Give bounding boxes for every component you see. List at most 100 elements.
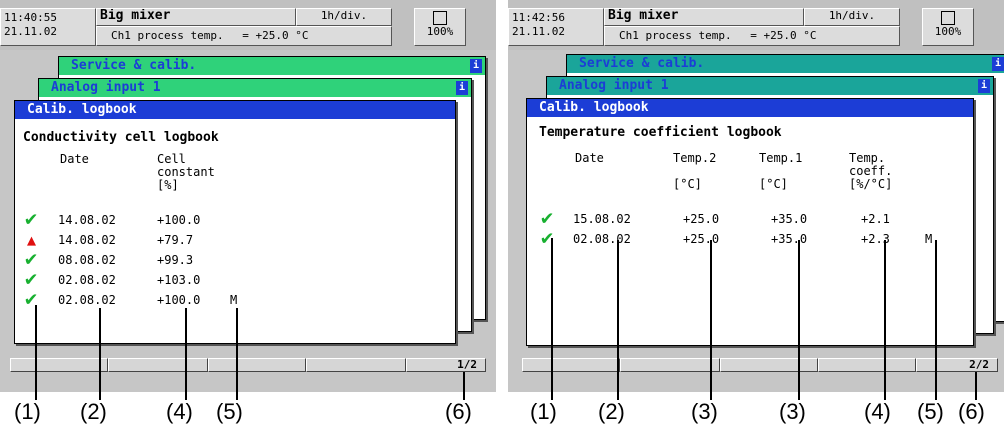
channel-label: Ch1 process temp. xyxy=(111,29,224,42)
row-date: 02.08.02 xyxy=(58,273,116,287)
callout-label: (1) xyxy=(14,399,41,424)
date-text: 21.11.02 xyxy=(512,25,565,38)
row-value: +100.0 xyxy=(157,293,201,307)
callout-line xyxy=(935,240,937,400)
channel-display: Ch1 process temp. = +25.0 °C xyxy=(96,26,392,46)
clock-display: 11:40:55 21.11.02 xyxy=(0,8,96,46)
column-header-date: Date xyxy=(60,152,89,166)
info-icon: i xyxy=(456,81,468,95)
row-date: 08.08.02 xyxy=(58,253,116,267)
softkey-4[interactable] xyxy=(818,358,916,372)
instrument-name: Big mixer xyxy=(96,8,296,26)
callout-label: (3) xyxy=(779,399,806,424)
status-header: 11:40:55 21.11.02 Big mixer 1h/div. Ch1 … xyxy=(0,0,496,50)
info-icon: i xyxy=(470,59,482,73)
column-header-temp-coeff: Temp. coeff. [%/°C] xyxy=(849,151,893,191)
column-header-cell-constant: Cell constant [%] xyxy=(157,152,215,192)
checkmark-icon: ✔ xyxy=(25,246,38,270)
callout-label: (1) xyxy=(530,399,557,424)
memory-icon xyxy=(433,11,447,25)
device-screen-2: 11:42:56 21.11.02 Big mixer 1h/div. Ch1 … xyxy=(508,0,1004,392)
callout-label: (5) xyxy=(917,399,944,424)
row-temp1: +35.0 xyxy=(771,212,808,226)
column-header-temp2: Temp.2 [°C] xyxy=(673,151,717,191)
checkmark-icon: ✔ xyxy=(541,205,554,229)
row-temp2: +25.0 xyxy=(683,232,720,246)
time-text: 11:42:56 xyxy=(512,11,565,24)
checkmark-icon: ✔ xyxy=(25,206,38,230)
callout-line xyxy=(617,240,619,400)
logbook-title: Temperature coefficient logbook xyxy=(539,125,782,140)
callout-line xyxy=(35,305,37,400)
window-title: Calib. logbook xyxy=(527,99,973,117)
callout-label: (4) xyxy=(166,399,193,424)
callout-line xyxy=(99,308,101,400)
device-screen-1: 11:40:55 21.11.02 Big mixer 1h/div. Ch1 … xyxy=(0,0,496,392)
callout-line xyxy=(463,372,465,400)
callout-line xyxy=(798,240,800,400)
page-indicator[interactable]: 2/2 xyxy=(916,358,998,372)
column-header-date: Date xyxy=(575,151,604,165)
clock-display: 11:42:56 21.11.02 xyxy=(508,8,604,46)
date-text: 21.11.02 xyxy=(4,25,57,38)
callout-label: (6) xyxy=(445,399,472,424)
calib-logbook-window[interactable]: Calib. logbook Temperature coefficient l… xyxy=(526,98,974,346)
timebase-display: 1h/div. xyxy=(804,8,900,26)
logbook-title: Conductivity cell logbook xyxy=(23,130,219,145)
row-value: +79.7 xyxy=(157,233,194,247)
row-temp1: +35.0 xyxy=(771,232,808,246)
callout-label: (2) xyxy=(598,399,625,424)
instrument-name: Big mixer xyxy=(604,8,804,26)
row-date: 14.08.02 xyxy=(58,233,116,247)
row-temp2: +25.0 xyxy=(683,212,720,226)
row-date: 02.08.02 xyxy=(58,293,116,307)
checkmark-icon: ✔ xyxy=(25,266,38,290)
channel-display: Ch1 process temp. = +25.0 °C xyxy=(604,26,900,46)
status-header: 11:42:56 21.11.02 Big mixer 1h/div. Ch1 … xyxy=(508,0,1004,50)
window-title: Analog input 1 xyxy=(559,78,669,93)
softkey-2[interactable] xyxy=(108,358,208,372)
timebase-display: 1h/div. xyxy=(296,8,392,26)
window-title: Service & calib. xyxy=(579,56,705,71)
column-header-temp1: Temp.1 [°C] xyxy=(759,151,803,191)
memory-indicator: 100% xyxy=(922,8,974,46)
page-indicator[interactable]: 1/2 xyxy=(406,358,486,372)
callout-line xyxy=(551,238,553,400)
row-date: 02.08.02 xyxy=(573,232,631,246)
callout-line xyxy=(185,308,187,400)
softkey-bar: 1/2 xyxy=(0,356,496,372)
memory-value: 100% xyxy=(426,25,454,38)
window-title: Service & calib. xyxy=(71,58,197,73)
callout-line xyxy=(710,240,712,400)
row-date: 15.08.02 xyxy=(573,212,631,226)
row-coeff: +2.1 xyxy=(861,212,890,226)
memory-indicator: 100% xyxy=(414,8,466,46)
softkey-3[interactable] xyxy=(720,358,818,372)
callout-label: (5) xyxy=(216,399,243,424)
softkey-1[interactable] xyxy=(522,358,620,372)
info-icon: i xyxy=(992,57,1004,71)
row-date: 14.08.02 xyxy=(58,213,116,227)
callout-label: (3) xyxy=(691,399,718,424)
softkey-4[interactable] xyxy=(306,358,406,372)
callout-label: (6) xyxy=(958,399,985,424)
row-flag: M xyxy=(925,232,933,246)
callout-label: (2) xyxy=(80,399,107,424)
row-value: +100.0 xyxy=(157,213,201,227)
row-value: +103.0 xyxy=(157,273,201,287)
softkey-2[interactable] xyxy=(620,358,720,372)
calib-logbook-window[interactable]: Calib. logbook Conductivity cell logbook… xyxy=(14,100,456,344)
softkey-bar: 2/2 xyxy=(508,356,1004,372)
channel-label: Ch1 process temp. xyxy=(619,29,732,42)
window-title: Analog input 1 xyxy=(51,80,161,95)
memory-icon xyxy=(941,11,955,25)
channel-value: = +25.0 °C xyxy=(750,29,817,42)
info-icon: i xyxy=(978,79,990,93)
window-title: Calib. logbook xyxy=(15,101,455,119)
callout-line xyxy=(975,372,977,400)
memory-value: 100% xyxy=(934,25,962,38)
callout-line xyxy=(884,240,886,400)
softkey-3[interactable] xyxy=(208,358,306,372)
time-text: 11:40:55 xyxy=(4,11,57,24)
softkey-1[interactable] xyxy=(10,358,108,372)
